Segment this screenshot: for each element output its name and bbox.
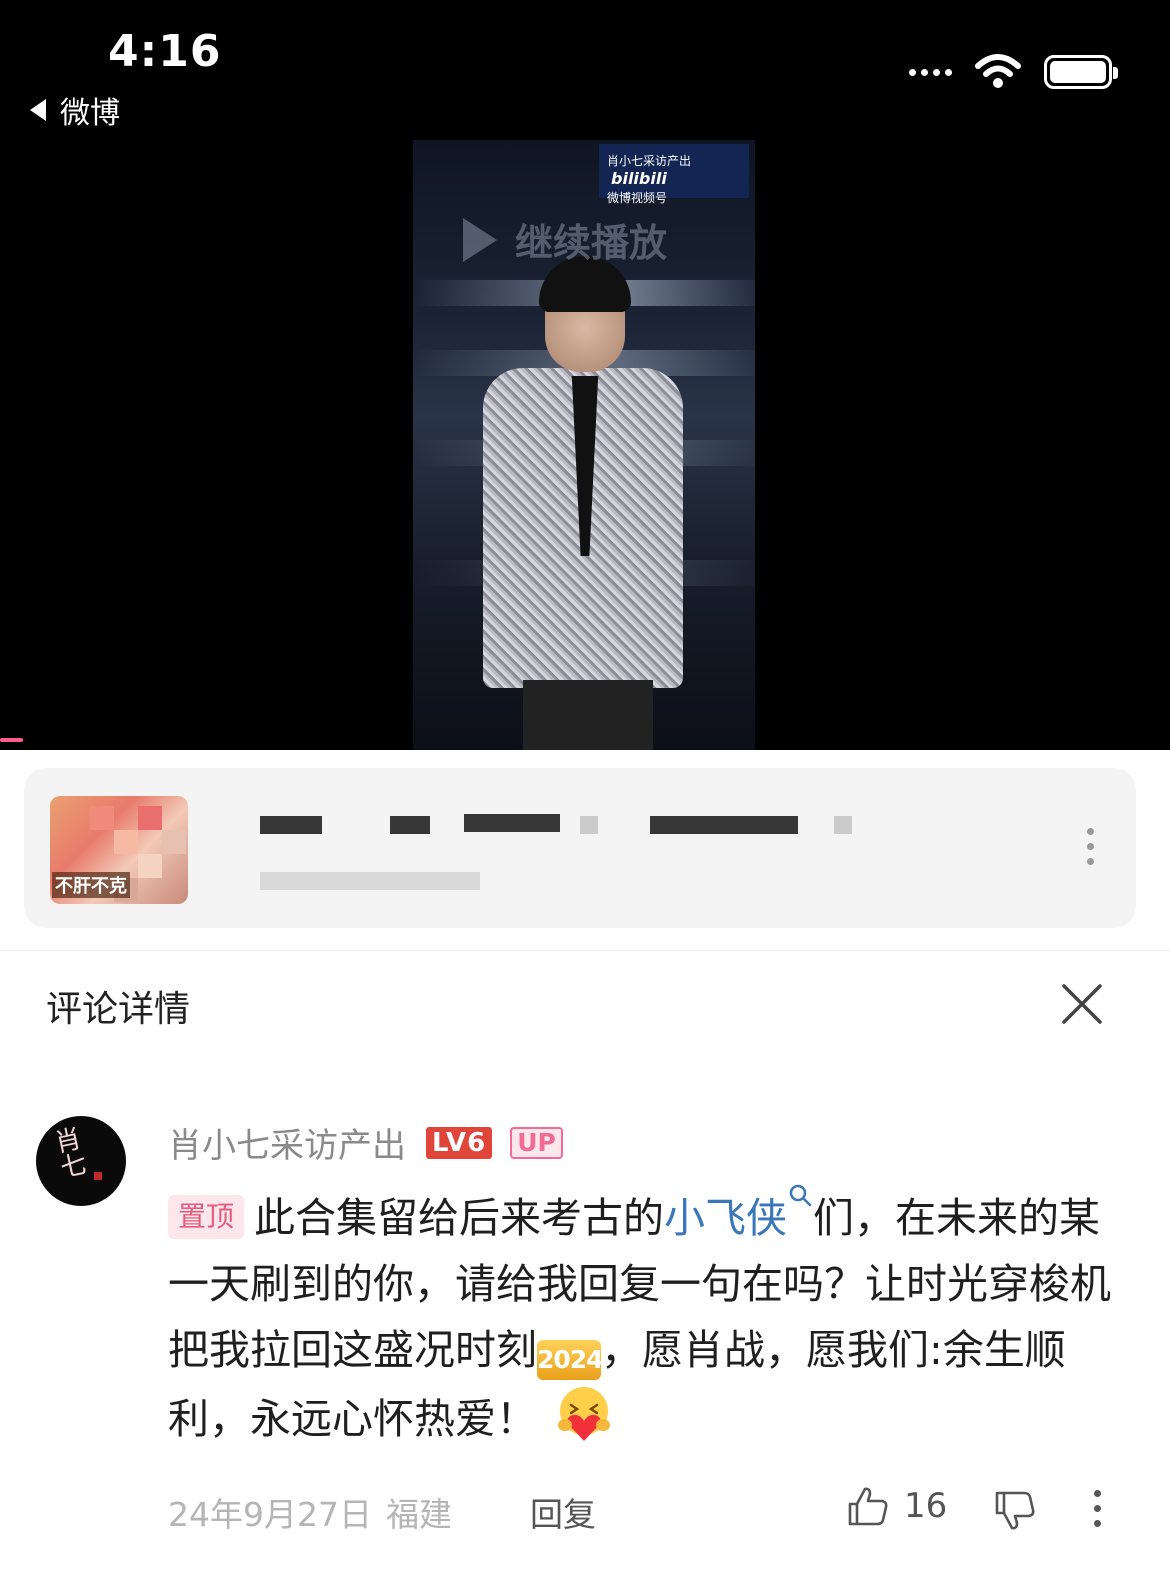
close-icon[interactable]: [1060, 982, 1104, 1026]
comment-more-icon[interactable]: [1094, 1490, 1101, 1527]
comment-text: 置顶 此合集留给后来考古的小飞侠 们，在未来的某一天刷到的你，请给我回复一句在吗？让…: [168, 1182, 1138, 1452]
wifi-icon: [975, 54, 1021, 88]
comment-location: 福建: [385, 1495, 452, 1534]
back-arrow-icon: [30, 99, 46, 121]
play-icon: [463, 217, 497, 262]
commenter-avatar[interactable]: 肖七: [36, 1116, 126, 1206]
reply-button[interactable]: 回复: [530, 1488, 596, 1536]
avatar-calligraphy-icon: 肖七: [52, 1123, 90, 1185]
user-card-avatar[interactable]: 不肝不克: [50, 796, 188, 904]
status-icons: [909, 54, 1118, 90]
video-player[interactable]: 4:16 微博 肖小七采访产出bilibili 微博视频号 继续播放: [0, 0, 1170, 750]
comment-meta: 24年9月27日 福建: [168, 1488, 452, 1536]
video-watermark: 肖小七采访产出bilibili 微博视频号: [599, 144, 749, 205]
back-app-label: 微博: [60, 96, 120, 131]
comment-detail-title: 评论详情: [46, 989, 191, 1030]
commenter-name[interactable]: 肖小七采访产出: [168, 1118, 406, 1167]
level-badge: LV6: [426, 1126, 493, 1159]
continue-play-button[interactable]: 继续播放: [463, 212, 667, 267]
user-card[interactable]: 不肝不克: [24, 768, 1136, 928]
back-to-app-button[interactable]: 微博: [30, 88, 120, 132]
emoji-2024-icon: 2024: [537, 1340, 604, 1380]
divider: [0, 950, 1170, 951]
topic-link[interactable]: 小飞侠: [664, 1194, 787, 1242]
user-card-more-icon[interactable]: [1087, 828, 1094, 865]
hug-heart-emoji-icon: [558, 1387, 610, 1441]
like-button[interactable]: 16: [846, 1484, 947, 1528]
search-icon[interactable]: [787, 1182, 813, 1208]
comment-date: 24年9月27日: [168, 1495, 372, 1534]
up-badge: UP: [510, 1126, 563, 1159]
video-progress-bar[interactable]: [0, 738, 23, 742]
like-count: 16: [904, 1486, 948, 1526]
cellular-signal-icon: [909, 68, 952, 76]
pinned-tag: 置顶: [168, 1195, 245, 1239]
blurred-username: [260, 816, 322, 834]
thumbs-down-icon[interactable]: [992, 1488, 1038, 1534]
battery-icon: [1044, 55, 1118, 89]
status-time: 4:16: [108, 26, 222, 77]
blurred-subtitle: [260, 872, 480, 890]
commenter-row: 肖小七采访产出 LV6 UP: [168, 1118, 563, 1167]
continue-play-label: 继续播放: [515, 221, 668, 265]
video-frame[interactable]: 肖小七采访产出bilibili 微博视频号 继续播放: [413, 140, 755, 750]
user-card-avatar-text: 不肝不克: [52, 872, 130, 898]
thumbs-up-icon: [848, 1487, 888, 1526]
